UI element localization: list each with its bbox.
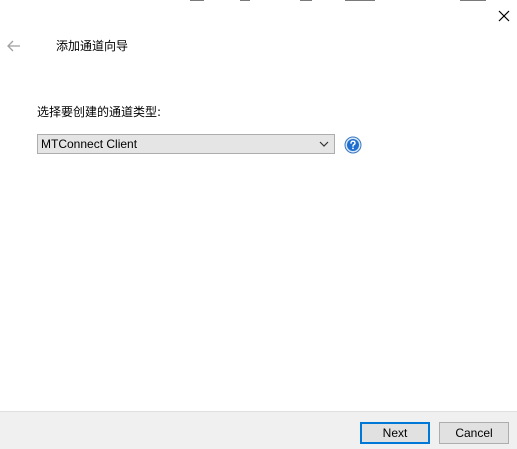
cancel-button[interactable]: Cancel: [439, 422, 509, 444]
channel-type-select[interactable]: MTConnect Client: [37, 134, 335, 154]
back-button[interactable]: [4, 36, 24, 56]
question-mark-icon: [344, 136, 362, 154]
arrow-left-icon: [7, 40, 20, 52]
wizard-footer: Next Cancel: [0, 411, 517, 449]
wizard-title: 添加通道向导: [56, 39, 129, 53]
channel-type-prompt: 选择要创建的通道类型:: [37, 105, 162, 119]
add-channel-wizard: 添加通道向导 选择要创建的通道类型: MTConnect Client Next…: [0, 0, 517, 449]
next-button[interactable]: Next: [360, 422, 430, 444]
chevron-down-icon: [319, 141, 329, 147]
close-icon: [498, 10, 510, 22]
help-button[interactable]: [344, 136, 362, 154]
channel-type-selected-value: MTConnect Client: [41, 137, 138, 151]
close-button[interactable]: [494, 6, 514, 26]
window-top-edge: [0, 0, 517, 2]
